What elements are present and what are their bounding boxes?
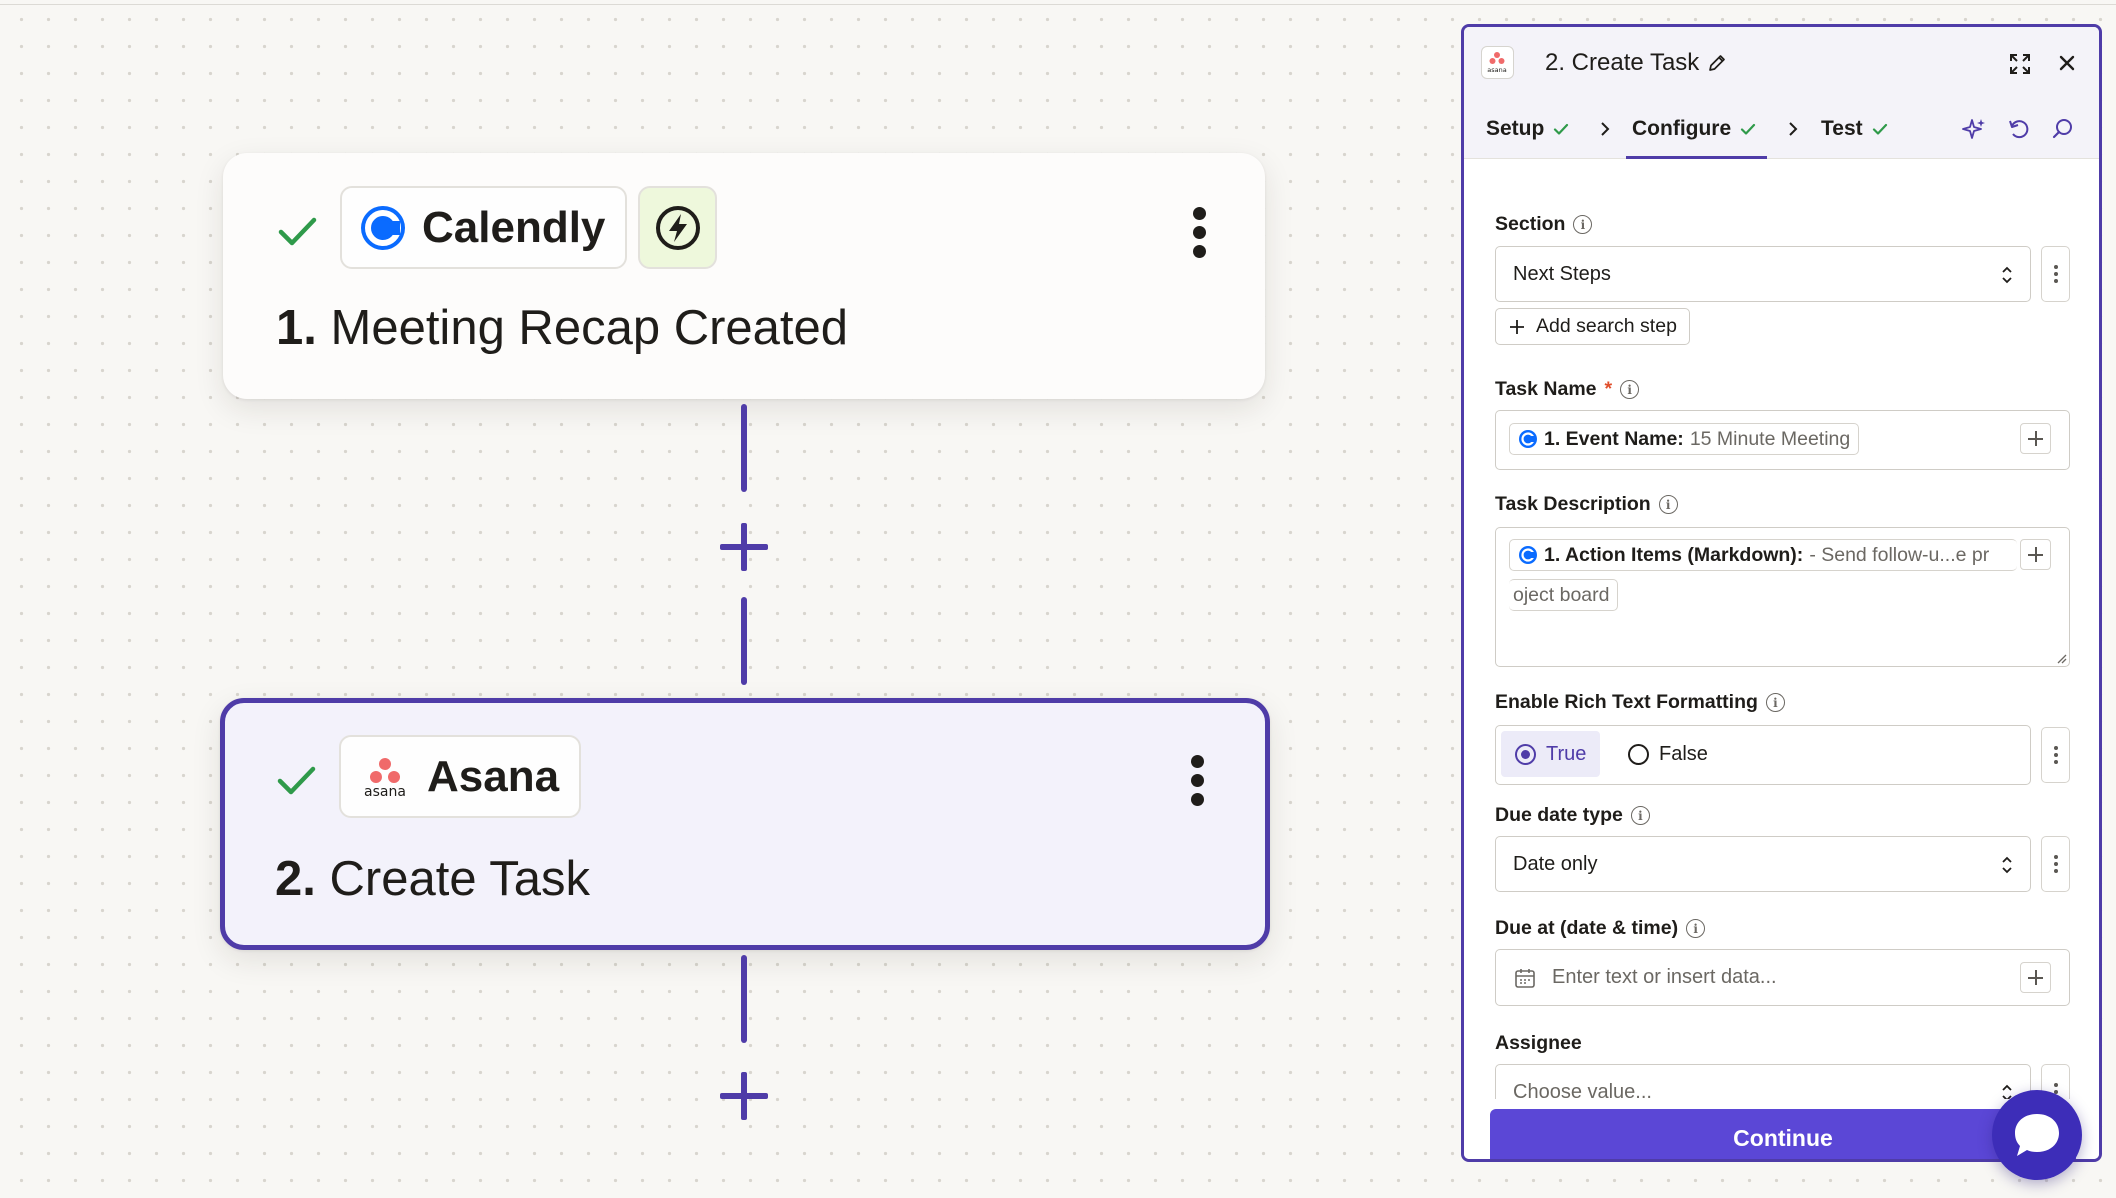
check-icon: [1741, 123, 1756, 135]
add-step-plus-icon[interactable]: [720, 1072, 768, 1120]
asana-logo: asana: [364, 757, 406, 800]
rich-text-radio-group: True False: [1495, 725, 2031, 785]
chat-support-button[interactable]: [1992, 1090, 2082, 1180]
field-options-kebab-icon[interactable]: [2041, 836, 2070, 892]
app-chip-calendly[interactable]: Calendly: [340, 186, 628, 269]
asana-logo: asana: [1481, 46, 1514, 79]
field-label-section: Section i: [1495, 213, 1593, 236]
check-icon: [277, 766, 316, 795]
tab-setup[interactable]: Setup: [1486, 99, 1570, 159]
check-icon: [278, 217, 317, 246]
app-name: Asana: [427, 751, 560, 801]
assignee-select[interactable]: Choose value...: [1495, 1064, 2031, 1099]
tab-configure[interactable]: Configure: [1625, 99, 1768, 159]
connector-line: [741, 597, 747, 685]
svg-text:asana: asana: [364, 784, 406, 800]
resize-handle-icon[interactable]: [2055, 652, 2067, 664]
add-step-plus-icon[interactable]: [720, 523, 768, 571]
lightning-icon: [655, 205, 700, 250]
connector-line: [741, 404, 747, 492]
step-menu-kebab-icon[interactable]: [1193, 207, 1207, 259]
task-name-field[interactable]: 1. Event Name: 15 Minute Meeting: [1495, 410, 2070, 470]
field-options-kebab-icon[interactable]: [2041, 246, 2070, 302]
panel-title: 2. Create Task: [1545, 49, 1700, 76]
insert-data-plus-icon[interactable]: [2020, 423, 2051, 454]
calendar-icon: [1515, 969, 1535, 988]
calendly-logo: [1519, 546, 1537, 564]
field-options-kebab-icon[interactable]: [2041, 727, 2070, 783]
step-menu-kebab-icon[interactable]: [1191, 755, 1205, 807]
tab-test[interactable]: Test: [1821, 99, 1889, 159]
data-pill-wrap[interactable]: oject board: [1509, 579, 1619, 611]
radio-true[interactable]: True: [1501, 731, 1601, 777]
step-card-asana[interactable]: asana Asana 2. Create Task: [220, 698, 1270, 950]
info-icon[interactable]: i: [1630, 806, 1650, 825]
field-label-rich-text: Enable Rich Text Formatting i: [1495, 691, 1785, 714]
info-icon[interactable]: i: [1686, 919, 1706, 938]
add-search-step-button[interactable]: Add search step: [1495, 308, 1690, 345]
svg-text:asana: asana: [1487, 66, 1506, 74]
sparkle-icon[interactable]: [1962, 117, 1986, 141]
app-name: Calendly: [422, 202, 606, 252]
step-title: 2. Create Task: [275, 852, 591, 906]
undo-icon[interactable]: [2007, 117, 2031, 141]
field-label-due-date-type: Due date type i: [1495, 804, 1650, 827]
pencil-icon[interactable]: [1707, 53, 1727, 73]
check-icon: [1872, 123, 1887, 135]
updown-icon: [2002, 856, 2012, 874]
step-tabs: Setup Configure Test: [1464, 99, 2099, 159]
data-pill[interactable]: 1. Event Name: 15 Minute Meeting: [1509, 423, 1860, 455]
task-description-field[interactable]: 1. Action Items (Markdown): - Send follo…: [1495, 527, 2070, 667]
connector-line: [741, 955, 747, 1043]
field-label-assignee: Assignee: [1495, 1032, 1582, 1054]
info-icon[interactable]: i: [1573, 215, 1593, 234]
insert-data-plus-icon[interactable]: [2020, 962, 2051, 993]
chevron-right-icon: [1601, 122, 1610, 136]
step-card-calendly[interactable]: Calendly 1. Meeting Recap Created: [223, 153, 1265, 399]
insert-data-plus-icon[interactable]: [2020, 539, 2051, 570]
chevron-right-icon: [1789, 122, 1798, 136]
search-icon[interactable]: [2051, 117, 2075, 141]
top-divider: [0, 0, 2116, 5]
updown-icon: [2002, 266, 2012, 284]
step-config-panel: asana 2. Create Task Setup Configure Tes…: [1461, 24, 2102, 1162]
chat-icon: [2015, 1114, 2059, 1156]
panel-form: Section i Next Steps Add search step Tas…: [1464, 159, 2099, 1099]
due-at-field[interactable]: [1495, 949, 2070, 1006]
info-icon[interactable]: i: [1658, 495, 1678, 514]
info-icon[interactable]: i: [1765, 693, 1785, 712]
plus-icon: [1510, 320, 1524, 334]
calendly-logo: [1519, 430, 1537, 448]
field-label-task-name: Task Name * i: [1495, 378, 1640, 401]
check-icon: [1554, 123, 1569, 135]
due-date-type-select[interactable]: Date only: [1495, 836, 2031, 892]
info-icon[interactable]: i: [1620, 380, 1640, 399]
panel-header: asana 2. Create Task: [1464, 27, 2099, 99]
section-select[interactable]: Next Steps: [1495, 246, 2031, 302]
app-chip-asana[interactable]: asana Asana: [339, 735, 582, 818]
expand-icon[interactable]: [2008, 52, 2032, 76]
calendly-logo: [361, 205, 405, 250]
radio-false[interactable]: False: [1614, 731, 1722, 777]
field-label-task-description: Task Description i: [1495, 493, 1678, 516]
trigger-badge: [638, 186, 717, 269]
data-pill[interactable]: 1. Action Items (Markdown): - Send follo…: [1509, 539, 2017, 571]
continue-button[interactable]: Continue: [1490, 1109, 2076, 1159]
step-title: 1. Meeting Recap Created: [276, 301, 849, 355]
due-at-input[interactable]: [1552, 966, 1992, 989]
field-label-due-at: Due at (date & time) i: [1495, 917, 1706, 940]
close-icon[interactable]: [2056, 52, 2078, 74]
